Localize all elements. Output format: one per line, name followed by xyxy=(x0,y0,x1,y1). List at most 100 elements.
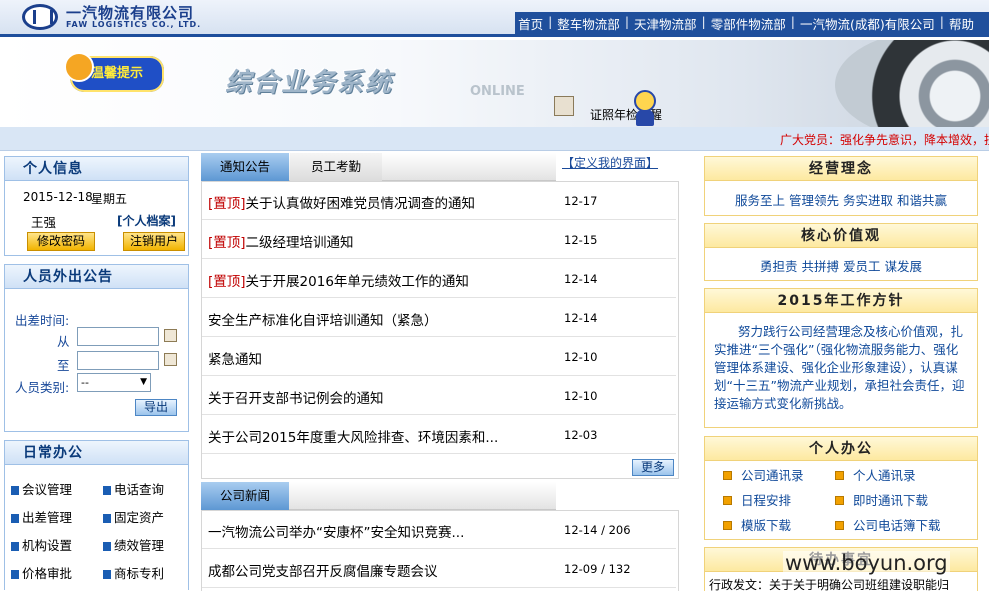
banner: 温馨提示 综合业务系统 ONLINE 证照年检提醒 xyxy=(0,40,989,127)
arrow-icon xyxy=(103,542,111,551)
list-item[interactable]: 关于公司2015年度重大风险排查、环境因素和... 12-03 xyxy=(202,416,676,454)
nav-home[interactable]: 首页 xyxy=(513,14,548,33)
arrow-icon xyxy=(11,542,19,551)
personal-directory-link[interactable]: 个人通讯录 xyxy=(835,465,916,484)
news-date: 12-14 / 206 xyxy=(564,523,631,537)
daily-office-panel: 日常办公 会议管理 电话查询 出差管理 固定资产 机构设置 绩效管理 价格审批 … xyxy=(4,440,189,590)
list-item[interactable]: [置顶]关于认真做好困难党员情况调查的通知 12-17 xyxy=(202,182,676,220)
core-values-text: 勇担责 共拼搏 爱员工 谋发展 xyxy=(760,259,922,274)
announcement-marquee: 广大党员：强化争先意识，降本增效，担 xyxy=(0,127,989,151)
user-name: 王强 xyxy=(31,215,57,230)
tyre-image xyxy=(835,40,989,127)
news-date: 12-09 / 132 xyxy=(564,562,631,576)
meeting-management-link[interactable]: 会议管理 xyxy=(11,479,72,498)
logout-button[interactable]: 注销用户 xyxy=(123,232,185,251)
notice-list: [置顶]关于认真做好困难党员情况调查的通知 12-17 [置顶]二级经理培训通知… xyxy=(201,181,679,479)
calendar-to-icon[interactable] xyxy=(164,353,177,366)
current-weekday: 星期五 xyxy=(91,192,128,206)
philosophy-title: 经营理念 xyxy=(705,157,977,181)
notice-date: 12-14 xyxy=(564,311,598,325)
certificate-icon[interactable] xyxy=(554,96,574,116)
arrow-icon xyxy=(11,514,19,523)
more-button[interactable]: 更多 xyxy=(632,459,674,476)
bullet-icon xyxy=(723,521,732,530)
todo-item[interactable]: 行政发文：关于关于明确公司班组建设职能归 xyxy=(709,576,975,593)
arrow-icon xyxy=(103,570,111,579)
list-item[interactable]: 一汽物流公司举办“安康杯”安全知识竞赛... 12-14 / 206 xyxy=(202,511,676,549)
list-item[interactable]: 紧急通知 12-10 xyxy=(202,338,676,376)
phone-query-link[interactable]: 电话查询 xyxy=(103,479,164,498)
daily-office-title: 日常办公 xyxy=(5,441,188,465)
outing-title: 人员外出公告 xyxy=(5,265,188,289)
schedule-link[interactable]: 日程安排 xyxy=(723,490,791,509)
to-label: 至 xyxy=(57,358,70,373)
phonebook-download-link[interactable]: 公司电话簿下载 xyxy=(835,515,941,534)
list-item[interactable]: 成都公司党支部召开反腐倡廉专题会议 12-09 / 132 xyxy=(202,550,676,588)
nav-vehicle-logistics[interactable]: 整车物流部 xyxy=(552,14,625,33)
tab-company-news[interactable]: 公司新闻 xyxy=(201,482,289,510)
list-item[interactable]: [置顶]二级经理培训通知 12-15 xyxy=(202,221,676,259)
staff-type-select[interactable]: -- ▼ xyxy=(77,373,151,392)
current-date: 2015-12-18 xyxy=(23,190,93,204)
philosophy-text: 服务至上 管理领先 务实进取 和谐共赢 xyxy=(735,193,947,208)
notice-date: 12-14 xyxy=(564,272,598,286)
online-label: ONLINE xyxy=(470,84,525,99)
company-name-en: FAW LOGISTICS CO., LTD. xyxy=(66,20,202,29)
nav-chengdu-company[interactable]: 一汽物流(成都)有限公司 xyxy=(795,14,940,33)
arrow-icon xyxy=(11,570,19,579)
notice-date: 12-10 xyxy=(564,389,598,403)
date-from-input[interactable] xyxy=(77,327,159,346)
news-tabbar: 公司新闻 xyxy=(201,482,556,510)
arrow-icon xyxy=(11,486,19,495)
date-to-input[interactable] xyxy=(77,351,159,370)
nav-tianjin-logistics[interactable]: 天津物流部 xyxy=(629,14,702,33)
nav-help[interactable]: 帮助 xyxy=(944,14,979,33)
bullet-icon xyxy=(723,471,732,480)
from-label: 从 xyxy=(57,334,70,349)
top-nav: 首页 | 整车物流部 | 天津物流部 | 零部件物流部 | 一汽物流(成都)有限公司 | … xyxy=(513,14,979,33)
trademark-patent-link[interactable]: 商标专利 xyxy=(103,563,164,582)
price-approval-link[interactable]: 价格审批 xyxy=(11,563,72,582)
chevron-down-icon: ▼ xyxy=(140,377,147,387)
trip-management-link[interactable]: 出差管理 xyxy=(11,507,72,526)
nav-parts-logistics[interactable]: 零部件物流部 xyxy=(706,14,791,33)
change-password-button[interactable]: 修改密码 xyxy=(27,232,95,251)
mascot-icon xyxy=(64,52,94,82)
alarm-clock-icon[interactable] xyxy=(632,86,658,126)
marquee-text[interactable]: 广大党员：强化争先意识，降本增效，担 xyxy=(780,131,989,148)
bullet-icon xyxy=(835,496,844,505)
list-item[interactable]: 关于召开支部书记例会的通知 12-10 xyxy=(202,377,676,415)
philosophy-panel: 经营理念 服务至上 管理领先 务实进取 和谐共赢 xyxy=(704,156,978,216)
export-button[interactable]: 导出 xyxy=(135,399,177,416)
im-download-link[interactable]: 即时通讯下载 xyxy=(835,490,928,509)
tab-attendance[interactable]: 员工考勤 xyxy=(290,153,382,181)
notice-date: 12-17 xyxy=(564,194,598,208)
calendar-from-icon[interactable] xyxy=(164,329,177,342)
staff-type-value: -- xyxy=(81,376,89,389)
tab-notices[interactable]: 通知公告 xyxy=(201,153,289,181)
policy-text: 努力践行公司经营理念及核心价值观，扎实推进“三个强化”（强化物流服务能力、强化管… xyxy=(714,324,965,411)
bullet-icon xyxy=(835,521,844,530)
core-values-title: 核心价值观 xyxy=(705,224,977,248)
performance-management-link[interactable]: 绩效管理 xyxy=(103,535,164,554)
notice-date: 12-03 xyxy=(564,428,598,442)
personal-office-title: 个人办公 xyxy=(705,437,977,461)
arrow-icon xyxy=(103,486,111,495)
list-item[interactable]: [置顶]关于开展2016年单元绩效工作的通知 12-14 xyxy=(202,260,676,298)
customize-interface-link[interactable]: 【定义我的界面】 xyxy=(562,154,658,171)
personal-info-title: 个人信息 xyxy=(5,157,188,181)
template-download-link[interactable]: 模版下载 xyxy=(723,515,791,534)
outing-panel: 人员外出公告 出差时间: 从 至 人员类别: -- ▼ 导出 xyxy=(4,264,189,432)
org-settings-link[interactable]: 机构设置 xyxy=(11,535,72,554)
personal-office-panel: 个人办公 公司通讯录 个人通讯录 日程安排 即时通讯下载 模版下载 公司电话簿下… xyxy=(704,436,978,540)
bullet-icon xyxy=(835,471,844,480)
notice-date: 12-10 xyxy=(564,350,598,364)
notice-date: 12-15 xyxy=(564,233,598,247)
profile-link[interactable]: [个人档案] xyxy=(117,212,176,229)
fixed-assets-link[interactable]: 固定资产 xyxy=(103,507,164,526)
company-news-list: 一汽物流公司举办“安康杯”安全知识竞赛... 12-14 / 206 成都公司党… xyxy=(201,510,679,591)
trip-time-label: 出差时间: xyxy=(15,313,70,328)
list-item[interactable]: 安全生产标准化自评培训通知（紧急） 12-14 xyxy=(202,299,676,337)
company-directory-link[interactable]: 公司通讯录 xyxy=(723,465,804,484)
bullet-icon xyxy=(723,496,732,505)
